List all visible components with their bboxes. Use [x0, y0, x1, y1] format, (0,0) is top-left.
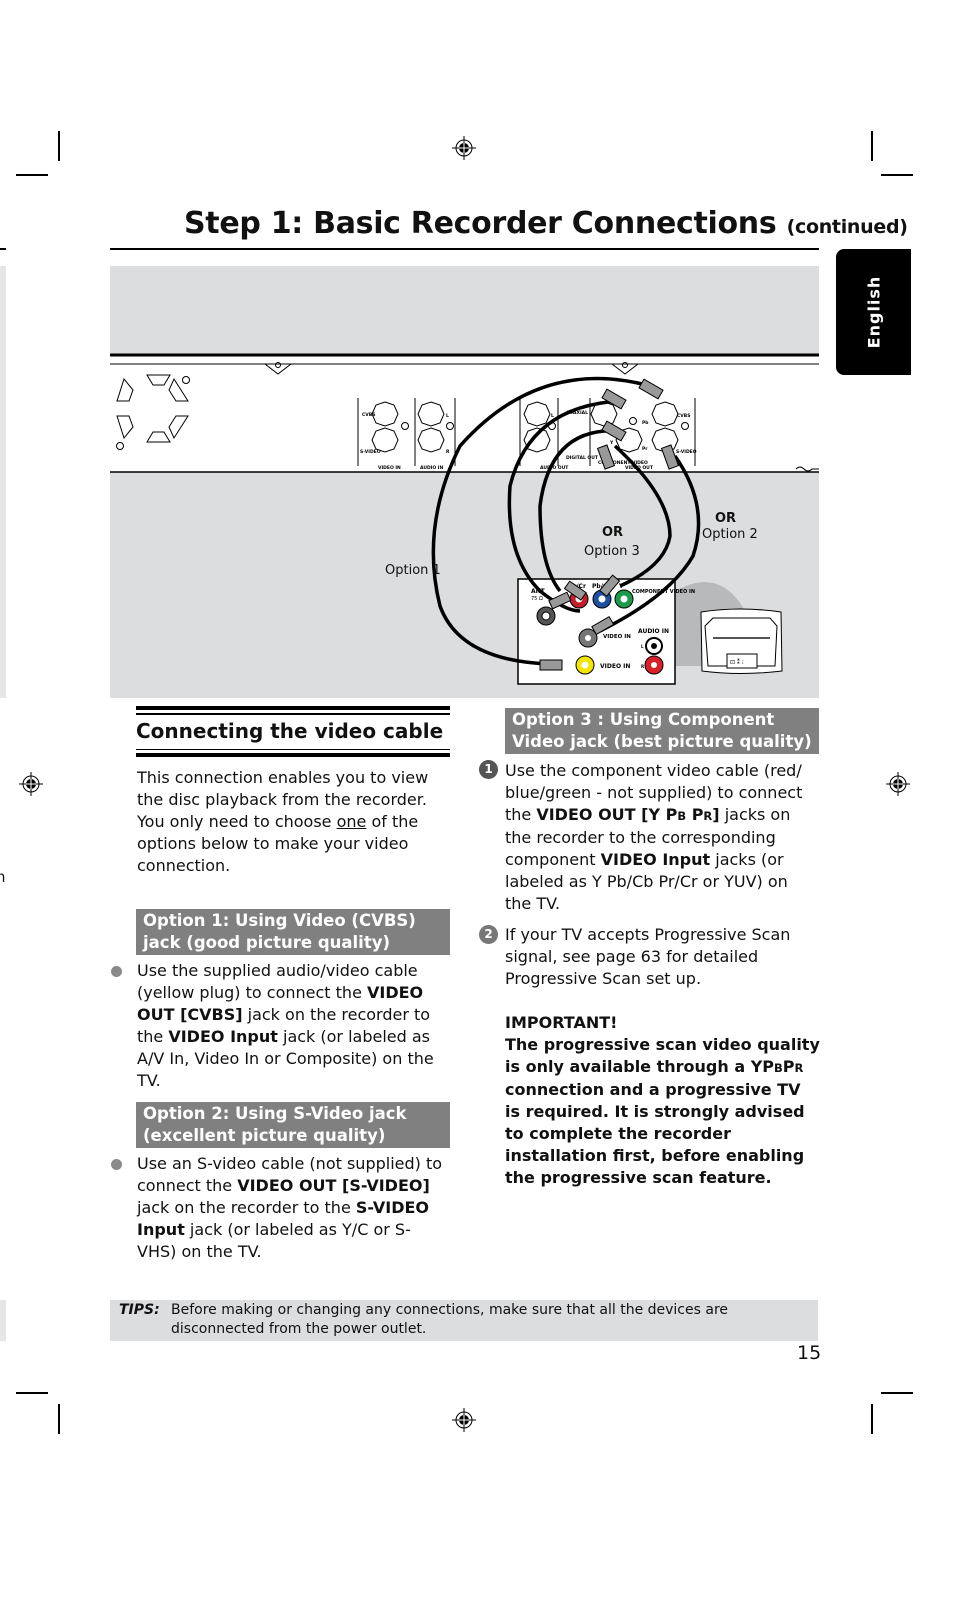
heading-rule	[136, 713, 450, 715]
language-tab-label: English	[864, 275, 883, 349]
option-2-text: Use an S-video cable (not supplied) to c…	[137, 1153, 449, 1263]
intro-line-2a: You only need to choose	[137, 812, 337, 831]
title-rule	[110, 248, 819, 250]
jack-name-sub: R	[703, 809, 713, 823]
important-text-part: P	[782, 1057, 795, 1076]
svg-text:⊡ ⁑ ⁝: ⊡ ⁑ ⁝	[730, 659, 744, 666]
tv-set-icon: ⊡ ⁑ ⁝	[700, 608, 783, 674]
registration-mark-icon	[452, 136, 476, 160]
tips-text: Before making or changing any connection…	[171, 1302, 728, 1337]
tips-box: TIPS: Before making or changing any conn…	[110, 1300, 818, 1341]
option-1-input-name: VIDEO Input	[168, 1027, 278, 1046]
label-y: Y	[609, 440, 614, 446]
option-3-step-2-text: If your TV accepts Progressive Scan sign…	[505, 925, 791, 988]
option-3-jack-name: VIDEO OUT [Y PB PR]	[536, 805, 719, 824]
crop-mark	[871, 131, 873, 161]
heading-rule	[136, 748, 450, 750]
label-option-2: Option 2	[702, 527, 758, 542]
page-number: 15	[797, 1342, 822, 1364]
option-1-text: Use the supplied audio/video cable (yell…	[137, 960, 449, 1092]
label-option-3-or: OR	[602, 525, 624, 540]
section-heading-block: Connecting the video cable	[136, 706, 450, 757]
important-note: IMPORTANT! The progressive scan video qu…	[505, 1012, 821, 1189]
tv-label-s-video-in: VIDEO IN	[603, 634, 631, 640]
important-text-sub: R	[794, 1061, 804, 1075]
page-title-suffix: (continued)	[786, 216, 908, 238]
crop-mark	[871, 1404, 873, 1434]
tv-label-audio-in: AUDIO IN	[638, 628, 669, 635]
label-pb: Pb	[642, 420, 649, 426]
label-audio-in: AUDIO IN	[420, 465, 443, 471]
label-option-2-or: OR	[715, 511, 737, 526]
option-2-jack-name: VIDEO OUT [S-VIDEO]	[237, 1176, 430, 1195]
tv-label-audio-r: R	[641, 664, 644, 669]
intro-paragraph: This connection enables you to view the …	[137, 767, 449, 877]
label-audio-out: AUDIO OUT	[540, 465, 569, 471]
intro-emphasis: one	[336, 812, 367, 831]
label-pr: Pr	[642, 446, 648, 452]
label-cvbs-in: CVBS	[362, 412, 375, 418]
heading-rule	[136, 753, 450, 757]
margin-bar	[0, 266, 6, 698]
label-audio-r: R	[446, 449, 450, 455]
jack-name-sub: B	[677, 809, 687, 823]
label-digital-out: DIGITAL OUT	[566, 455, 599, 461]
margin-rule	[0, 248, 6, 250]
label-option-3: Option 3	[584, 544, 640, 559]
section-heading: Connecting the video cable	[136, 718, 444, 743]
important-text-part: connection and a progressive TV is requi…	[505, 1080, 805, 1187]
registration-mark-icon	[886, 772, 910, 796]
important-text-sub: B	[774, 1061, 783, 1075]
label-video-in: VIDEO IN	[378, 465, 401, 471]
jack-name-part: P	[686, 805, 704, 824]
bullet-icon	[111, 1159, 122, 1170]
registration-mark-icon	[19, 772, 43, 796]
intro-line-1: This connection enables you to view the …	[137, 768, 429, 809]
option-3-step-1-text: Use the component video cable (red/ blue…	[505, 760, 819, 915]
option-3-heading: Option 3 : Using Component Video jack (b…	[505, 708, 819, 754]
crop-mark	[881, 1392, 913, 1394]
heading-rule	[136, 706, 450, 710]
margin-bar	[0, 1300, 6, 1341]
tv-label-video-in: VIDEO IN	[600, 663, 630, 670]
page-title-main: Step 1: Basic Recorder Connections	[184, 206, 777, 241]
page-title: Step 1: Basic Recorder Connections (cont…	[184, 206, 908, 241]
crop-mark	[16, 174, 48, 176]
label-svideo-out: S-VIDEO	[676, 449, 697, 455]
step-number-1: 1	[479, 760, 498, 779]
label-option-1: Option 1	[385, 563, 441, 578]
recorder-rear-panel	[110, 356, 819, 472]
step-number-2: 2	[479, 925, 498, 944]
margin-fragment: n	[0, 868, 6, 886]
jack-name-part: ]	[712, 805, 720, 824]
option-3-input-name: VIDEO Input	[600, 850, 711, 869]
bullet-icon	[111, 966, 122, 977]
important-text-part: The progressive scan video quality is on…	[505, 1035, 820, 1076]
label-audio-out-l: L	[551, 413, 554, 419]
label-cvbs-out: CVBS	[677, 413, 690, 419]
label-audio-l: L	[446, 413, 449, 419]
crop-mark	[58, 131, 60, 161]
tv-label-ant-ohm: 75 Ω	[531, 596, 543, 602]
option-1-heading: Option 1: Using Video (CVBS) jack (good …	[136, 909, 450, 955]
registration-mark-icon	[452, 1408, 476, 1432]
important-label: IMPORTANT!	[505, 1013, 618, 1032]
connection-diagram-art: CVBS S-VIDEO L R VIDEO IN AUDIO IN L COA…	[110, 353, 819, 685]
label-svideo-in: S-VIDEO	[360, 449, 381, 455]
connection-diagram: CVBS S-VIDEO L R VIDEO IN AUDIO IN L COA…	[110, 266, 819, 698]
crop-mark	[16, 1392, 48, 1394]
jack-name-part: VIDEO OUT [Y P	[536, 805, 678, 824]
option-2-heading: Option 2: Using S-Video jack (excellent …	[136, 1102, 450, 1148]
crop-mark	[58, 1404, 60, 1434]
language-tab: English	[836, 249, 911, 375]
option-2-text-part: jack on the recorder to the	[137, 1198, 356, 1217]
tips-label: TIPS:	[119, 1302, 160, 1318]
crop-mark	[881, 174, 913, 176]
tv-label-audio-l: L	[641, 644, 644, 649]
